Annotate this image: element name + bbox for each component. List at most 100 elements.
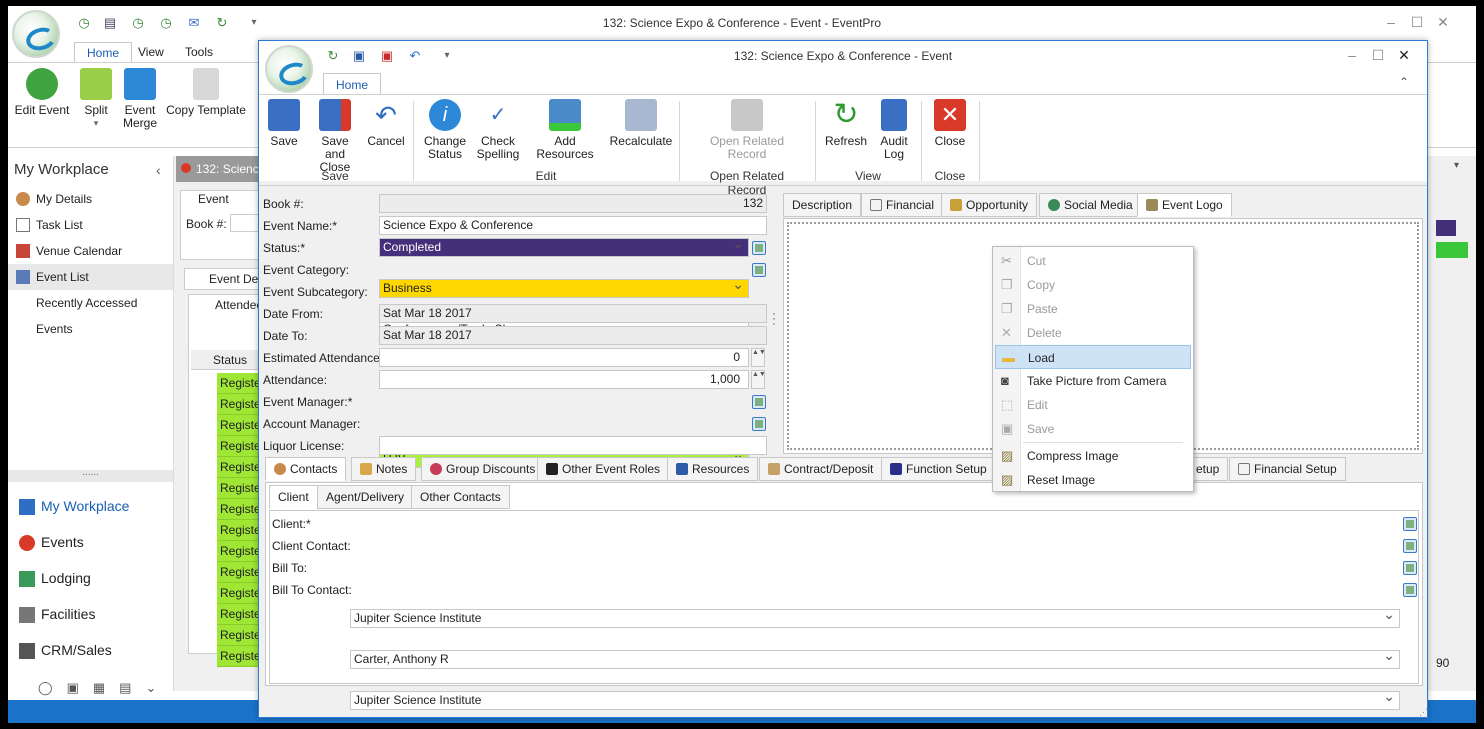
- background-attendees-tab[interactable]: Attendee: [215, 298, 263, 312]
- recalculate-button[interactable]: Recalculate: [609, 99, 673, 148]
- tab-financial-setup[interactable]: Financial Setup: [1229, 457, 1346, 481]
- context-menu-item-edit[interactable]: ⬚ Edit: [995, 393, 1191, 417]
- event-name-field[interactable]: Science Expo & Conference: [379, 216, 767, 235]
- ribbon-tab-home[interactable]: Home: [74, 42, 133, 62]
- calculator-icon[interactable]: ▦: [93, 680, 119, 695]
- liquor-license-field[interactable]: [379, 436, 767, 455]
- ribbon-tab-tools[interactable]: Tools: [173, 42, 225, 62]
- check-spelling-button[interactable]: ✓ Check Spelling: [475, 99, 521, 161]
- client-lookup-icon[interactable]: [1403, 517, 1417, 531]
- sidebar-splitter[interactable]: ......: [8, 468, 173, 482]
- subtab-client[interactable]: Client: [269, 485, 318, 509]
- tab-other-event-roles[interactable]: Other Event Roles: [537, 457, 670, 481]
- context-menu-item-paste[interactable]: ❐ Paste: [995, 297, 1191, 321]
- sidebar-item-my-details[interactable]: My Details: [8, 186, 173, 212]
- cancel-button[interactable]: ↶ Cancel: [367, 99, 405, 148]
- chat-icon[interactable]: ◯: [38, 680, 67, 695]
- tab-resources[interactable]: Resources: [667, 457, 759, 481]
- status-dropdown[interactable]: Completed: [379, 238, 749, 257]
- tab-contract-deposit[interactable]: Contract/Deposit: [759, 457, 883, 481]
- nav-events[interactable]: Events: [8, 524, 173, 560]
- refresh-button[interactable]: ↻ Refresh: [823, 99, 869, 148]
- notes-icon[interactable]: ▤: [119, 680, 145, 695]
- nav-lodging[interactable]: Lodging: [8, 560, 173, 596]
- more-icon[interactable]: ⌄: [145, 680, 170, 695]
- event-manager-lookup-icon[interactable]: [752, 395, 766, 409]
- context-menu-item-delete[interactable]: ✕ Delete: [995, 321, 1191, 345]
- refresh-icon[interactable]: ↻: [214, 15, 230, 31]
- account-manager-lookup-icon[interactable]: [752, 417, 766, 431]
- attendance-field[interactable]: 1,000: [379, 370, 749, 389]
- sidebar-item-venue-calendar[interactable]: Venue Calendar: [8, 238, 173, 264]
- background-status-column-header[interactable]: Status: [191, 350, 264, 370]
- add-resources-button[interactable]: Add Resources: [527, 99, 603, 161]
- estimated-attendance-field[interactable]: 0: [379, 348, 749, 367]
- save-and-close-button[interactable]: Save and Close: [311, 99, 359, 174]
- context-menu-item-copy[interactable]: ❐ Copy: [995, 273, 1191, 297]
- nav-my-workplace[interactable]: My Workplace: [8, 488, 173, 524]
- customize-quick-access-icon[interactable]: ▾: [246, 15, 262, 31]
- client-dropdown[interactable]: Jupiter Science Institute: [350, 609, 1400, 628]
- book-number-field[interactable]: 132: [379, 194, 767, 213]
- close-icon[interactable]: ✕: [1430, 14, 1456, 31]
- date-to-field[interactable]: Sat Mar 18 2017: [379, 326, 767, 345]
- clock-icon[interactable]: ◷: [130, 15, 146, 31]
- client-contact-dropdown[interactable]: Carter, Anthony R: [350, 650, 1400, 669]
- splitter-grip-icon[interactable]: · · ·: [772, 307, 776, 329]
- tab-function-setup[interactable]: Function Setup: [881, 457, 996, 481]
- save-button[interactable]: Save: [267, 99, 301, 148]
- edit-event-button[interactable]: Edit Event: [14, 68, 70, 117]
- open-related-record-button[interactable]: Open Related Record: [689, 99, 805, 161]
- sidebar-item-recently-accessed[interactable]: Recently Accessed Events: [8, 290, 173, 336]
- context-menu-item-take-picture-from-camera[interactable]: ◙ Take Picture from Camera: [995, 369, 1191, 393]
- tab-financial[interactable]: Financial: [861, 193, 944, 217]
- ribbon-tab-view[interactable]: View: [126, 42, 176, 62]
- maximize-icon[interactable]: ☐: [1365, 47, 1391, 64]
- event-ribbon-tab-home[interactable]: Home: [323, 73, 382, 95]
- tab-description[interactable]: Description: [783, 193, 862, 217]
- context-menu-item-compress-image[interactable]: ▨ Compress Image: [995, 444, 1191, 468]
- minimize-icon[interactable]: –: [1339, 47, 1365, 63]
- doc-tabs-dropdown-icon[interactable]: ▾: [1454, 160, 1459, 171]
- change-status-button[interactable]: i Change Status: [419, 99, 471, 161]
- close-button[interactable]: ✕ Close: [929, 99, 971, 148]
- context-menu-item-reset-image[interactable]: ▨ Reset Image: [995, 468, 1191, 492]
- background-event-details-tab[interactable]: Event De: [184, 268, 264, 290]
- tab-opportunity[interactable]: Opportunity: [941, 193, 1038, 217]
- back-icon[interactable]: ◷: [76, 15, 92, 31]
- tab-notes[interactable]: Notes: [351, 457, 417, 481]
- sidebar-item-task-list[interactable]: Task List: [8, 212, 173, 238]
- date-from-field[interactable]: Sat Mar 18 2017: [379, 304, 767, 323]
- clock-icon-2[interactable]: ◷: [158, 15, 174, 31]
- status-lookup-icon[interactable]: [752, 241, 766, 255]
- background-book-input[interactable]: [230, 214, 260, 232]
- bill-to-lookup-icon[interactable]: [1403, 561, 1417, 575]
- event-merge-button[interactable]: Event Merge: [120, 68, 160, 130]
- background-doc-tab[interactable]: 132: Scienc: [176, 156, 260, 182]
- minimize-icon[interactable]: –: [1378, 14, 1404, 30]
- client-contact-lookup-icon[interactable]: [1403, 539, 1417, 553]
- subtab-other-contacts[interactable]: Other Contacts: [411, 485, 510, 509]
- context-menu-item-save[interactable]: ▣ Save: [995, 417, 1191, 441]
- audit-log-button[interactable]: Audit Log: [875, 99, 913, 161]
- app-logo-icon[interactable]: [12, 10, 60, 58]
- copy-template-button[interactable]: Copy Template: [166, 68, 246, 117]
- split-button[interactable]: Split ▾: [78, 68, 114, 130]
- clipboard-icon[interactable]: ▣: [67, 680, 93, 695]
- attendance-spinner[interactable]: ▲▼: [751, 370, 766, 389]
- estimated-attendance-spinner[interactable]: ▲▼: [751, 348, 766, 367]
- collapse-sidebar-icon[interactable]: ‹: [156, 162, 161, 178]
- tab-social-media[interactable]: Social Media: [1039, 193, 1142, 217]
- nav-facilities[interactable]: Facilities: [8, 596, 173, 632]
- collapse-ribbon-icon[interactable]: ⌃: [1399, 75, 1409, 89]
- event-category-dropdown[interactable]: Business: [379, 279, 749, 298]
- event-category-lookup-icon[interactable]: [752, 263, 766, 277]
- close-icon[interactable]: ✕: [1391, 47, 1417, 64]
- tab-group-discounts[interactable]: Group Discounts: [421, 457, 545, 481]
- context-menu-item-cut[interactable]: ✂ Cut: [995, 249, 1191, 273]
- bill-to-contact-lookup-icon[interactable]: [1403, 583, 1417, 597]
- mail-icon[interactable]: ✉: [186, 15, 202, 31]
- nav-crm-sales[interactable]: CRM/Sales: [8, 632, 173, 668]
- sidebar-item-event-list[interactable]: Event List: [8, 264, 173, 290]
- context-menu-item-load[interactable]: ▬ Load: [995, 345, 1191, 369]
